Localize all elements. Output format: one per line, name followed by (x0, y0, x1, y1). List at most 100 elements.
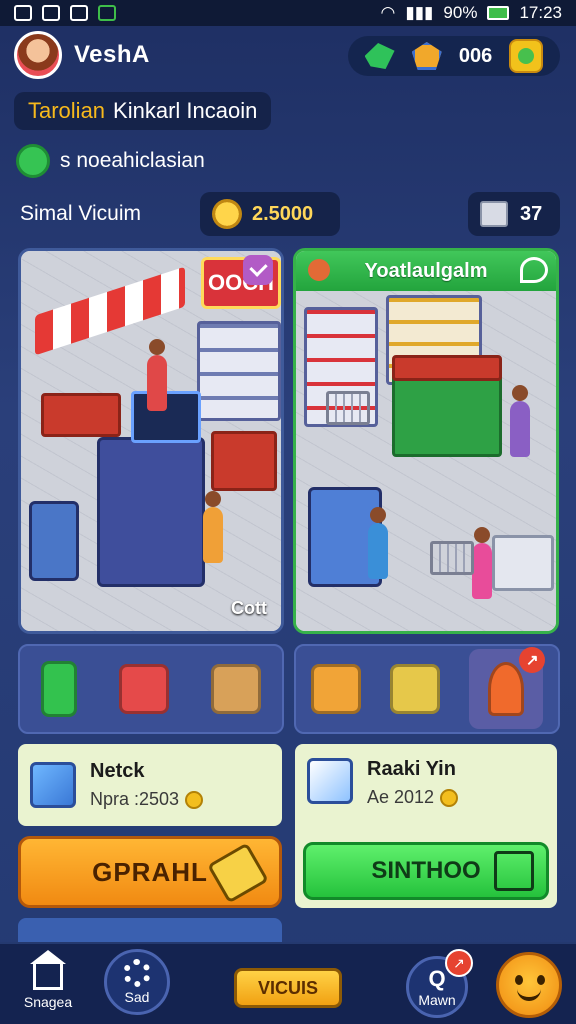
link-icon (42, 5, 60, 21)
orange-action-button[interactable]: GPRAHL (18, 836, 282, 908)
selected-item-slot[interactable]: ↗ (469, 647, 546, 729)
item-panel-left (18, 644, 284, 734)
signal-icon: ▮▮▮ (405, 3, 434, 22)
emoji-button[interactable] (496, 952, 562, 1018)
orange-button-label: GPRAHL (92, 856, 208, 887)
stats-row: Simal Vicuim 2.5000 37 (20, 192, 560, 238)
ticket-icon (207, 842, 269, 904)
nav-center-label: VICUIS (257, 977, 318, 998)
nav-center-button[interactable]: VICUIS (234, 968, 342, 1008)
settings-circle: Sad (104, 949, 170, 1015)
customer (368, 507, 388, 579)
resource-value: 006 (458, 44, 493, 67)
green-gem-icon (364, 43, 395, 69)
crate-icon (30, 762, 76, 808)
wifi-icon: ◠ (380, 3, 396, 22)
fruit-crate-item[interactable] (389, 664, 440, 714)
item-panel-right: ↗ (294, 644, 560, 734)
cube-icon (480, 201, 508, 227)
vending-machine (97, 437, 205, 587)
info-card-left[interactable]: Netck Npra :2503 (18, 744, 282, 826)
battery-icon (487, 6, 510, 20)
photo-icon (70, 5, 88, 21)
counter (41, 393, 121, 437)
close-icon[interactable]: ↗ (519, 647, 546, 673)
level-value: 37 (520, 202, 543, 225)
stats-label: Simal Vicuim (20, 202, 141, 225)
customer (203, 491, 223, 563)
speech-icon[interactable] (520, 257, 548, 283)
card-price: Ae 2012 (367, 787, 459, 808)
card-title: Netck (90, 760, 145, 782)
store-scene-right[interactable]: Yoatlaulgalm (293, 248, 559, 634)
quest-circle: Q Mawn ↗ (406, 949, 473, 1018)
quest-icon: Q (428, 966, 446, 991)
shopkeeper (147, 339, 167, 411)
counter-top (392, 355, 502, 381)
shell-icon (308, 259, 330, 281)
coin-stack-icon (212, 199, 242, 229)
status-icons-left (14, 5, 116, 21)
card-price: Npra :2503 (90, 789, 204, 810)
card-title: Raaki Yin (367, 758, 456, 780)
bulb-icon (16, 144, 50, 178)
produce-crate-item[interactable] (310, 664, 361, 714)
blue-crate-icon (307, 758, 353, 804)
counter (211, 431, 277, 491)
clock: 17:23 (519, 3, 562, 22)
coins-pill[interactable]: 2.5000 (200, 192, 340, 236)
nav-settings-label: Sad (124, 989, 150, 1005)
scene-header-label: Yoatlaulgalm (364, 259, 488, 282)
nav-settings[interactable]: Sad (102, 940, 172, 1024)
top-bar: VeshA 006 (0, 28, 576, 82)
player-name: VeshA (74, 41, 150, 68)
gold-gem-icon (411, 42, 442, 70)
shopping-cart (430, 541, 474, 575)
level-pill[interactable]: 37 (468, 192, 560, 236)
card-text: Raaki Yin Ae 2012 (367, 758, 459, 808)
shopping-cart (326, 391, 370, 425)
subtitle-banner: s noeahiclasian (16, 142, 205, 180)
scene-header: Yoatlaulgalm (296, 251, 556, 291)
plus-icon (518, 48, 535, 64)
add-resource-button[interactable] (509, 39, 544, 73)
gear-icon (123, 959, 151, 987)
title-text: Kinkarl Incaoin (113, 98, 258, 123)
player-avatar[interactable] (14, 31, 62, 79)
status-icons-right: ◠ ▮▮▮ 90% 17:23 (381, 3, 563, 23)
shelf (197, 321, 281, 421)
nav-home-label: Snagea (23, 994, 73, 1010)
card-price-text: Ae 2012 (367, 787, 435, 807)
green-crate-item[interactable] (41, 661, 77, 717)
title-banner: Tarolian Kinkarl Incaoin (14, 92, 272, 130)
subtitle-text: s noeahiclasian (60, 149, 205, 172)
customer (472, 527, 492, 599)
potion-item (488, 662, 525, 716)
cardboard-box-item[interactable] (211, 664, 261, 714)
status-bar: ◠ ▮▮▮ 90% 17:23 (0, 0, 576, 26)
smiley-icon (499, 955, 559, 1015)
gold-coin-icon (440, 788, 459, 807)
image-icon (14, 5, 32, 21)
bottom-nav: Snagea Sad VICUIS Q Mawn ↗ (0, 942, 576, 1024)
produce-stand (492, 535, 554, 591)
card-price-text: Npra :2503 (90, 789, 180, 809)
nav-quest-label: Mawn (418, 992, 456, 1008)
gold-coin-icon (185, 790, 204, 809)
notification-badge: ↗ (445, 949, 473, 977)
green-action-button[interactable]: SINTHOO (303, 842, 549, 900)
title-highlight: Tarolian (28, 98, 106, 123)
house-icon (30, 950, 66, 990)
store-scene-left[interactable]: OOCH Cott (18, 248, 284, 634)
coins-value: 2.5000 (252, 202, 314, 225)
red-box-item[interactable] (119, 664, 169, 714)
favorite-badge[interactable] (243, 255, 273, 285)
battery-percent: 90% (443, 3, 478, 22)
clover-icon (98, 5, 116, 21)
scene-corner-label: Cott (231, 598, 267, 618)
resource-pill: 006 (348, 36, 560, 76)
nav-quest[interactable]: Q Mawn ↗ (404, 949, 473, 1022)
card-text: Netck Npra :2503 (90, 760, 204, 810)
cart-icon (494, 851, 534, 891)
nav-home[interactable]: Snagea (18, 950, 78, 1020)
